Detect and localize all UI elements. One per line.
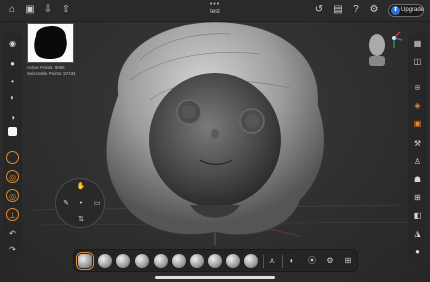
- top-toolbar: ⌂ ▣ ⇩ ⇧ ••• test ↺ ▤ ? ⚙ ⬆ Upgrade: [0, 0, 430, 22]
- brush-standard[interactable]: [76, 252, 94, 270]
- brush-clay-buildup[interactable]: [116, 254, 130, 268]
- center-icon[interactable]: •: [76, 199, 86, 209]
- brush-dam-standard[interactable]: [208, 254, 222, 268]
- tools-icon[interactable]: ◧: [411, 209, 424, 222]
- upgrade-button[interactable]: ⬆ Upgrade: [388, 4, 424, 17]
- upgrade-icon: ⬆: [391, 6, 400, 15]
- mask-icon[interactable]: ◎: [6, 189, 19, 202]
- color-swatch[interactable]: [8, 127, 17, 136]
- brush-inflate[interactable]: [154, 254, 168, 268]
- material-ball-icon[interactable]: ●: [411, 245, 424, 258]
- grid-icon[interactable]: ⊞: [342, 255, 354, 267]
- document-title: test: [210, 9, 220, 15]
- home-indicator: [155, 276, 275, 279]
- stroke-mode-icon[interactable]: [6, 151, 19, 164]
- radial-menu[interactable]: ✋ ✎ • ▭ ⇅: [55, 178, 105, 228]
- brush-trim[interactable]: [244, 254, 258, 268]
- brush-size-icon[interactable]: ◉: [6, 37, 19, 50]
- brush-move[interactable]: [135, 254, 149, 268]
- orientation-gizmo[interactable]: [362, 28, 403, 68]
- redo-icon[interactable]: ↷: [6, 243, 19, 256]
- share-icon[interactable]: ⇧: [60, 4, 72, 16]
- shirt-icon[interactable]: ♙: [411, 155, 424, 168]
- selectable-points: Selectable Points: 57434: [27, 71, 76, 76]
- right-toolbar: ▦ ◫ ⊕ ◈ ▣ ⚒ ♙ ☗ ⊞ ◧ ◮ ●: [408, 33, 427, 258]
- home-icon[interactable]: ⌂: [6, 4, 18, 16]
- transform-icon[interactable]: ⚒: [411, 137, 424, 150]
- symmetry-icon[interactable]: ◎: [6, 170, 19, 183]
- draw-size-icon[interactable]: •: [6, 75, 19, 88]
- alpha-preview[interactable]: [27, 23, 74, 63]
- focal-shift-icon[interactable]: ●: [6, 57, 19, 70]
- divider: [282, 255, 283, 268]
- light-icon[interactable]: ◮: [411, 227, 424, 240]
- camera-move-icon[interactable]: ⇅: [76, 215, 86, 225]
- mesh-icon[interactable]: ☗: [411, 173, 424, 186]
- layers-icon[interactable]: ◫: [411, 55, 424, 68]
- symmetry-toggle-icon[interactable]: ⋏: [266, 255, 278, 267]
- upgrade-label: Upgrade: [401, 7, 425, 13]
- brush-icon[interactable]: ✎: [61, 199, 71, 209]
- brush-clay[interactable]: [98, 254, 112, 268]
- settings-gear-icon[interactable]: ⚙: [324, 255, 336, 267]
- layer-icon[interactable]: ⊥: [6, 208, 19, 221]
- camera-icon[interactable]: ⊕: [411, 81, 424, 94]
- help-icon[interactable]: ?: [350, 4, 362, 16]
- left-toolbar: ◉ ● • ◐ ◑ ◎ ◎ ⊥ ↶ ↷: [3, 33, 22, 258]
- grab-icon[interactable]: ✋: [76, 182, 86, 192]
- gizmo-icon[interactable]: ▣: [411, 117, 424, 130]
- brush-pinch[interactable]: [190, 254, 204, 268]
- material-sphere-icon[interactable]: ◐: [6, 91, 19, 104]
- brush-smooth[interactable]: [172, 254, 186, 268]
- mask-toggle-icon[interactable]: ◐: [286, 255, 298, 267]
- polygroup-icon[interactable]: ⦿: [306, 255, 318, 267]
- eraser-icon[interactable]: ▭: [92, 199, 102, 209]
- settings-icon[interactable]: ⚙: [368, 4, 380, 16]
- brush-flatten[interactable]: [226, 254, 240, 268]
- brush-bar: ⋏ ◐ ⦿ ⚙ ⊞: [73, 249, 358, 272]
- point-stats: Active Points: 8066 Selectable Points: 5…: [27, 65, 76, 77]
- history-icon[interactable]: ↺: [313, 4, 325, 16]
- material-icon[interactable]: ◑: [6, 111, 19, 124]
- divider: [263, 255, 264, 268]
- import-icon[interactable]: ⇩: [42, 4, 54, 16]
- frame-icon[interactable]: ◈: [411, 99, 424, 112]
- head-mesh: [149, 73, 281, 207]
- save-icon[interactable]: ▣: [24, 4, 36, 16]
- more-icon[interactable]: •••: [207, 1, 223, 8]
- reference-icon[interactable]: ▦: [411, 37, 424, 50]
- undo-icon[interactable]: ↶: [6, 227, 19, 240]
- silhouette-icon: [34, 26, 67, 59]
- folder-icon[interactable]: ▤: [332, 4, 344, 16]
- subdivide-icon[interactable]: ⊞: [411, 191, 424, 204]
